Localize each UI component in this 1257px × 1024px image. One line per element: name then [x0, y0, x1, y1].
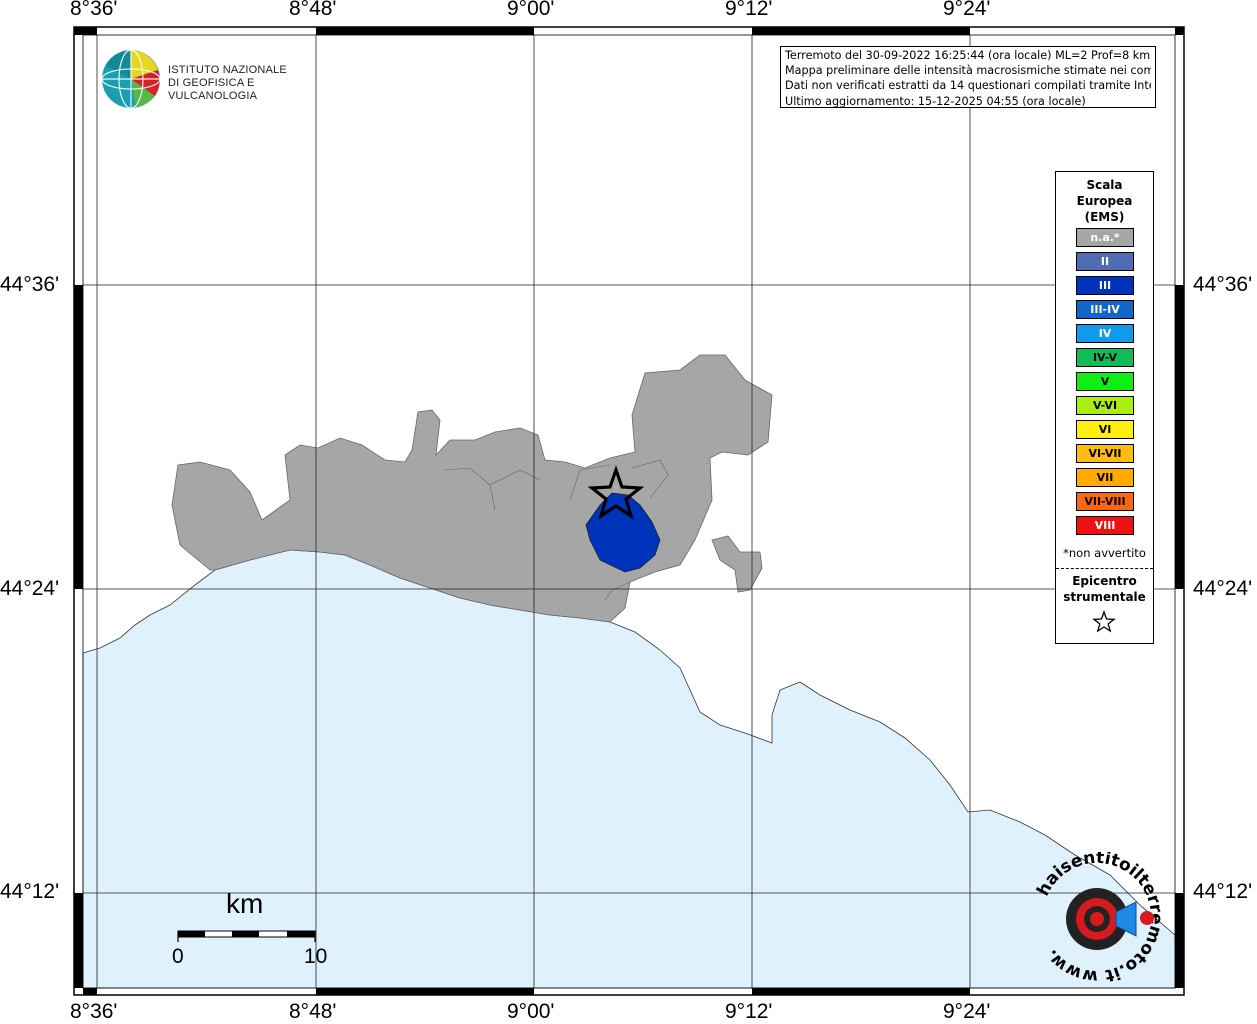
frame-segment — [316, 988, 534, 995]
ingv-logo-text: ISTITUTO NAZIONALE DI GEOFISICA E VULCAN… — [168, 64, 330, 103]
lat-label-right-3: 44°12' — [1193, 880, 1253, 903]
legend-epicenter-line-1: Epicentro — [1072, 574, 1137, 588]
legend-swatch-4: IV — [1076, 324, 1134, 343]
lat-label-right-2: 44°24' — [1193, 577, 1253, 600]
legend-swatch-9: VI-VII — [1076, 444, 1134, 463]
legend-epicenter-label: Epicentro strumentale — [1056, 573, 1153, 605]
epicenter-star-icon — [1092, 610, 1116, 633]
frame-segment — [83, 988, 97, 995]
logo-line-1: ISTITUTO NAZIONALE — [168, 64, 287, 76]
lon-label-bottom-1: 8°36' — [70, 1000, 118, 1023]
legend-title: Scala Europea (EMS) — [1056, 177, 1153, 225]
legend-swatch-6: V — [1076, 372, 1134, 391]
legend-title-line-1: Scala — [1086, 178, 1123, 192]
event-info-line-2: Mappa preliminare delle intensità macros… — [785, 64, 1151, 78]
ems-legend: Scala Europea (EMS) n.a.* II III III-IV IV IV… — [1055, 171, 1154, 644]
frame-segment — [83, 27, 97, 35]
legend-title-line-2: Europea — [1076, 194, 1133, 208]
legend-swatch-2: III — [1076, 276, 1134, 295]
frame-segment — [752, 988, 970, 995]
legend-swatch-5: IV-V — [1076, 348, 1134, 367]
legend-swatch-7: V-VI — [1076, 396, 1134, 415]
lat-label-left-2: 44°24' — [0, 577, 60, 600]
event-info-line-3: Dati non verificati estratti da 14 quest… — [785, 79, 1151, 93]
event-info-box: Terremoto del 30-09-2022 16:25:44 (ora l… — [780, 46, 1156, 108]
legend-swatch-8: VI — [1076, 420, 1134, 439]
frame-segment — [316, 27, 534, 35]
lon-label-bottom-5: 9°24' — [943, 1000, 991, 1023]
ingv-logo: ISTITUTO NAZIONALE DI GEOFISICA E VULCAN… — [100, 48, 330, 110]
frame-segment — [74, 27, 83, 35]
logo-line-2: DI GEOFISICA E VULCANOLOGIA — [168, 77, 258, 102]
legend-swatch-12: VIII — [1076, 516, 1134, 535]
lon-label-bottom-3: 9°00' — [507, 1000, 555, 1023]
lat-label-right-1: 44°36' — [1193, 273, 1253, 296]
scale-bar-max: 10 — [304, 945, 328, 968]
legend-note: *non avvertito — [1063, 546, 1146, 560]
lon-label-bottom-4: 9°12' — [725, 1000, 773, 1023]
scale-bar-min: 0 — [172, 945, 184, 968]
legend-title-line-3: (EMS) — [1084, 210, 1125, 224]
frame-segment — [74, 893, 83, 988]
lon-label-top-3: 9°00' — [507, 0, 555, 20]
frame-segment — [1175, 285, 1184, 589]
legend-separator — [1056, 568, 1153, 569]
legend-swatch-3: III-IV — [1076, 300, 1134, 319]
legend-swatch-10: VII — [1076, 468, 1134, 487]
lat-label-left-1: 44°36' — [0, 273, 60, 296]
frame-segment — [1175, 27, 1184, 35]
scale-bar: km 0 10 — [170, 888, 330, 970]
lat-label-left-3: 44°12' — [0, 880, 60, 903]
globe-icon — [101, 49, 161, 109]
lon-label-top-1: 8°36' — [70, 0, 118, 20]
legend-swatch-0: n.a.* — [1076, 228, 1134, 247]
lon-label-bottom-2: 8°48' — [289, 1000, 337, 1023]
land-not-felt-east — [711, 535, 763, 593]
event-info-line-1: Terremoto del 30-09-2022 16:25:44 (ora l… — [785, 49, 1151, 62]
legend-swatch-11: VII-VIII — [1076, 492, 1134, 511]
lon-label-top-5: 9°24' — [943, 0, 991, 20]
lon-label-top-2: 8°48' — [289, 0, 337, 20]
frame-segment — [752, 27, 970, 35]
event-info-line-4: Ultimo aggiornamento: 15-12-2025 04:55 (… — [785, 94, 1086, 108]
legend-epicenter-line-2: strumentale — [1063, 590, 1146, 604]
frame-segment — [74, 285, 83, 589]
legend-swatch-1: II — [1076, 252, 1134, 271]
lon-label-top-4: 9°12' — [725, 0, 773, 20]
scale-bar-unit: km — [226, 888, 264, 919]
frame-segment — [1175, 893, 1184, 988]
haisentito-stamp: haisentitoilterremoto.it www. — [1032, 848, 1166, 987]
